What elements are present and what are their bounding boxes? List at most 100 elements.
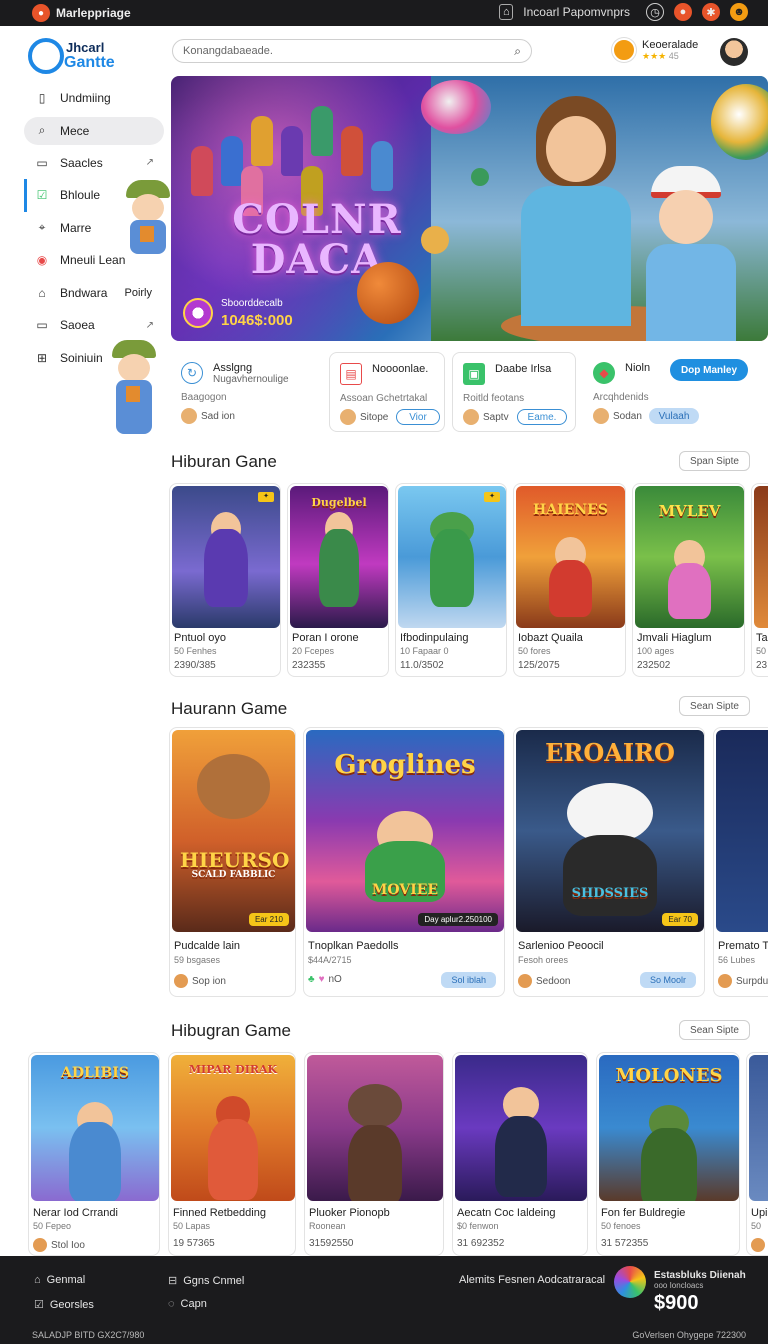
game-card[interactable]: Dugelbel Poran I orone 20 Fcepes 232355	[287, 483, 389, 677]
search-input[interactable]: Konangdabaeade.	[183, 45, 273, 57]
sidebar-item-bndwara[interactable]: ⌂ Bndwara Poirly	[24, 277, 164, 310]
avatar	[181, 408, 197, 424]
card-icon: ▭	[36, 155, 48, 170]
search-icon[interactable]: ⌕	[514, 44, 521, 59]
hero-banner[interactable]: COLNR DACA Sboorddecalb 1046$:000	[171, 76, 768, 341]
prize-value: 1046$:000	[221, 312, 293, 329]
footer-legal-left: SALADJP BITD GX2C7/980	[32, 1330, 145, 1340]
game-art-title: MOLONES	[615, 1065, 723, 1086]
game-author: Sedoon	[518, 974, 570, 988]
heart-icon: ♥	[318, 974, 325, 985]
rating-value: 45	[668, 50, 679, 61]
game-card[interactable]: MOLONES Fon fer Buldregie 50 fenoes 31 5…	[596, 1052, 740, 1256]
see-all-button[interactable]: Span Sipte	[679, 451, 750, 471]
mascot-illustration	[106, 340, 166, 444]
game-meta: Roonean	[309, 1221, 346, 1231]
download-button[interactable]: Dop Manley	[670, 359, 748, 381]
game-card[interactable]: Groglines MOVIEE Day aplur2.250100 Tnopl…	[303, 727, 505, 997]
game-art-subtitle: MOVIEE	[371, 882, 439, 898]
game-author: Stol Ioo	[33, 1238, 85, 1252]
profile-summary[interactable]: Keoeralade ★★★ 45	[612, 38, 698, 62]
lock-icon[interactable]: ⌂	[499, 4, 514, 20]
see-all-button[interactable]: Sean Sipte	[679, 1020, 750, 1040]
game-card[interactable]: ADLIBIS Nerar Iod Crrandi 50 Fepeo Stol …	[28, 1052, 160, 1256]
game-art-subtitle: SCALD FABBLIC	[191, 870, 276, 880]
game-card[interactable]: Premato T 56 Lubes Surpdu	[713, 727, 768, 997]
game-title: Nerar Iod Crrandi	[33, 1207, 118, 1219]
category-card[interactable]: ▤ Noooonlae. Assoan Gchetrtakal Sitope V…	[329, 352, 445, 432]
category-card[interactable]: ▣ Daabe Irlsa Roitld feotans Saptv Eame.	[452, 352, 576, 432]
sidebar-item-saoea[interactable]: ▭ Saoea ↗	[24, 309, 164, 342]
category-button[interactable]: Eame.	[517, 409, 567, 425]
game-card[interactable]: HAIENES Iobazt Quaila 50 fores 125/2075	[513, 483, 626, 677]
search-icon: ⌕	[38, 123, 46, 137]
brand-line1: Jhcarl	[66, 40, 105, 55]
app-logo-icon: ●	[32, 4, 50, 22]
sidebar-item-label: Soiniuin	[60, 350, 103, 365]
category-meta-text: Sitope	[360, 411, 389, 423]
game-card[interactable]: EROAIRO SHDSSIES Ear 70 Sarlenioo Peooci…	[513, 727, 705, 997]
game-action-button[interactable]: Sol iblah	[441, 972, 496, 988]
sidebar-item-label: Bhloule	[60, 188, 101, 203]
game-badge: Day aplur2.250100	[418, 913, 498, 926]
sidebar-item-saacles[interactable]: ▭ Saacles ↗	[24, 147, 164, 180]
game-card[interactable]: ✦ Pntuol oyo 50 Fenhes 2390/385	[169, 483, 281, 677]
game-art-subtitle: SHDSSIES	[571, 886, 649, 901]
game-author	[751, 1238, 765, 1252]
game-art-title: Dugelbel	[311, 496, 367, 509]
game-row: ADLIBIS Nerar Iod Crrandi 50 Fepeo Stol …	[28, 1052, 768, 1256]
game-count: 232355	[292, 660, 326, 671]
user-avatar[interactable]	[720, 38, 748, 66]
avatar	[518, 974, 532, 988]
account-text[interactable]: Incoarl Papomvnprs	[523, 5, 630, 19]
prize-coin-icon	[183, 298, 213, 328]
see-all-button[interactable]: Sean Sipte	[679, 696, 750, 716]
category-meta-text: Sad ion	[201, 410, 235, 422]
sidebar-item-search[interactable]: ⌕ Mece	[24, 116, 164, 145]
game-card[interactable]: HIEURSO SCALD FABBLIC Ear 210 Pudcalde l…	[169, 727, 296, 997]
notification-icon[interactable]: ●	[674, 3, 692, 21]
settings-icon[interactable]: ✱	[702, 3, 720, 21]
footer-link-label: Capn	[180, 1298, 207, 1310]
game-card[interactable]: MVLEV Jmvali Hiaglum 100 ages 232502	[632, 483, 745, 677]
game-card[interactable]: ✦ Ifbodinpulaing 10 Fapaar 0 11.0/3502	[395, 483, 507, 677]
game-card[interactable]: Upi 50	[746, 1052, 768, 1256]
game-icon: ▣	[463, 363, 485, 385]
leaf-icon: ◆	[593, 362, 615, 384]
footer-link-capn[interactable]: ◌ Capn	[168, 1298, 207, 1310]
hero-girl-art	[501, 96, 651, 326]
game-card[interactable]: MIPAR DIRAK Finned Retbedding 50 Lapas 1…	[168, 1052, 296, 1256]
category-meta: Sad ion	[181, 408, 235, 424]
game-card[interactable]: Ta 50 23	[751, 483, 768, 677]
footer-link-georsles[interactable]: ☑ Georsles	[34, 1298, 94, 1312]
brand-logo[interactable]: Jhcarl Gantte	[28, 38, 128, 78]
pin-icon: ⌖	[38, 220, 46, 235]
category-card[interactable]: ↻ Asslgng Nugavhernoulige Baagogon Sad i…	[171, 352, 321, 432]
footer-link-channel[interactable]: ⊟ Ggns Cnmel	[168, 1274, 244, 1288]
game-card[interactable]: Pluoker Pionopb Roonean 31592550	[304, 1052, 444, 1256]
clock-icon[interactable]: ◷	[646, 3, 664, 21]
search-bar[interactable]: Konangdabaeade. ⌕	[172, 39, 532, 63]
category-button[interactable]: Vulaah	[649, 408, 699, 424]
game-title: Jmvali Hiaglum	[637, 632, 712, 644]
game-title: Pudcalde lain	[174, 940, 241, 952]
game-title: Pluoker Pionopb	[309, 1207, 390, 1219]
game-author-name: Sop ion	[192, 975, 226, 987]
sidebar-item-home[interactable]: ▯ Undmiing	[24, 82, 164, 115]
footer-link-general[interactable]: ⌂ Genmal	[34, 1274, 85, 1286]
footer-prize-sub: ooo Ioncloacs	[654, 1281, 704, 1290]
game-title: Fon fer Buldregie	[601, 1207, 686, 1219]
app-title: Marleppriage	[56, 6, 131, 20]
chat-icon: ◌	[168, 1298, 175, 1310]
category-meta-text: Saptv	[483, 411, 509, 423]
game-title: Upi	[751, 1207, 768, 1219]
game-action-button[interactable]: So Moolr	[639, 972, 696, 988]
brand-line2: Gantte	[64, 54, 115, 71]
game-card[interactable]: Aecatn Coc Ialdeing $0 fenwon 31 692352	[452, 1052, 588, 1256]
user-menu-icon[interactable]: ☻	[730, 3, 748, 21]
game-count: 31 692352	[457, 1238, 505, 1249]
hero-child-art	[641, 166, 741, 341]
avatar[interactable]	[612, 38, 636, 62]
category-button[interactable]: Vior	[396, 409, 440, 425]
game-count: 125/2075	[518, 660, 560, 671]
